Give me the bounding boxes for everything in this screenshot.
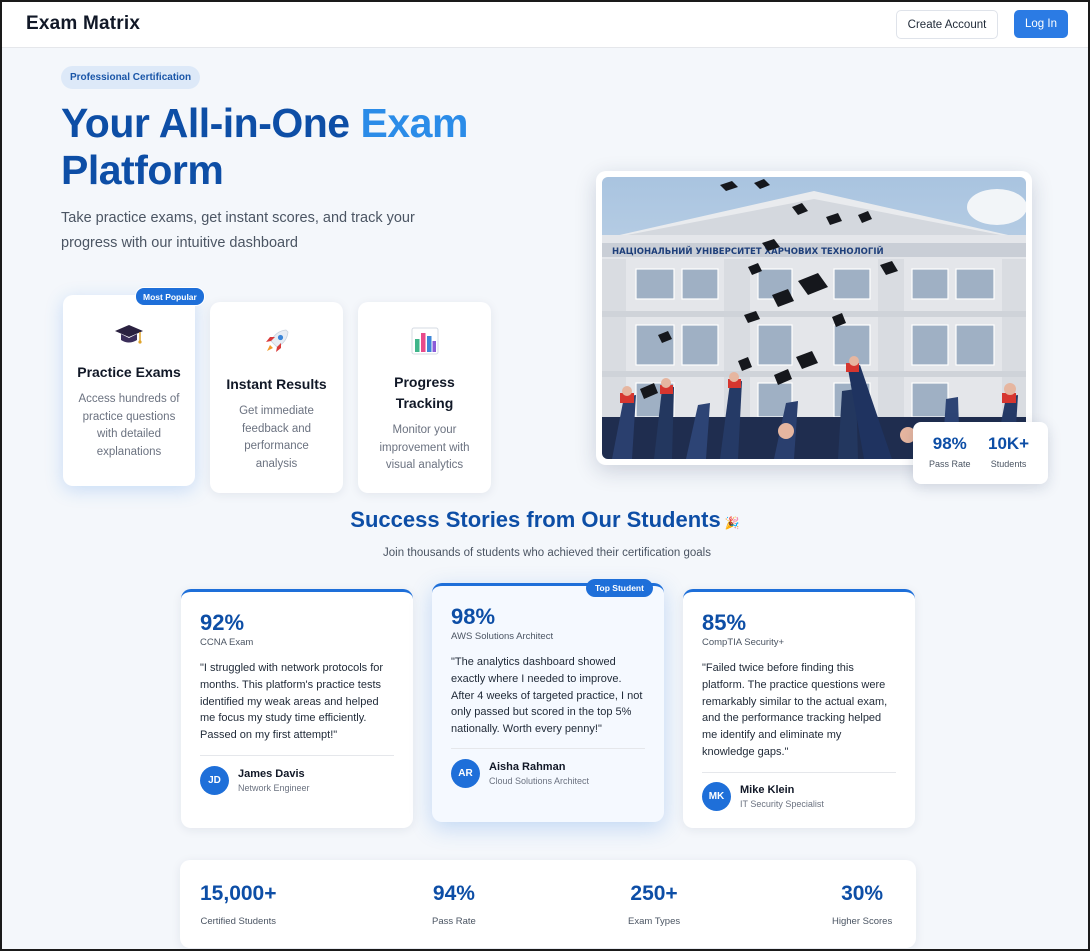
testimonial-score: 92% <box>200 610 245 635</box>
hero-subtitle: Take practice exams, get instant scores,… <box>61 210 415 251</box>
stat-value: 94% <box>432 882 475 905</box>
author-role: Cloud Solutions Architect <box>489 776 590 786</box>
svg-text:НАЦІОНАЛЬНИЙ УНІВЕРСИТЕТ ХАРЧО: НАЦІОНАЛЬНИЙ УНІВЕРСИТЕТ ХАРЧОВИХ ТЕХНОЛ… <box>612 245 884 257</box>
stat-value: 10K+ <box>988 434 1030 453</box>
testimonial-card-mike: 85% CompTIA Security+ "Failed twice befo… <box>683 589 915 828</box>
stat-value: 30% <box>841 882 884 905</box>
stat-certified-students: 15,000+ Certified Students <box>200 882 277 927</box>
divider <box>702 772 896 773</box>
party-popper-icon: 🎉 <box>724 516 740 530</box>
brand-logo[interactable]: Exam Matrix <box>26 13 140 35</box>
feature-card-practice-exams[interactable]: Practice Exams Access hundreds of practi… <box>63 295 195 486</box>
section-heading: Success Stories from Our Students <box>350 507 721 532</box>
testimonial-author: AR Aisha Rahman Cloud Solutions Architec… <box>451 759 589 788</box>
most-popular-badge: Most Popular <box>135 287 205 306</box>
testimonial-exam: AWS Solutions Architect <box>451 631 554 642</box>
success-stories-title: Success Stories from Our Students 🎉 <box>2 507 1088 533</box>
testimonial-author: MK Mike Klein IT Security Specialist <box>702 782 824 811</box>
stat-value: 250+ <box>630 882 678 905</box>
hero-title-part1: Your All-in-One <box>61 100 350 146</box>
testimonial-quote: "I struggled with network protocols for … <box>200 662 384 742</box>
graduation-photo: НАЦІОНАЛЬНИЙ УНІВЕРСИТЕТ ХАРЧОВИХ ТЕХНОЛ… <box>596 171 1032 465</box>
hero-stat-pass-rate: 98% Pass Rate <box>929 434 971 469</box>
feature-card-instant-results[interactable]: Instant Results Get immediate feedback a… <box>210 302 343 493</box>
testimonial-exam: CompTIA Security+ <box>702 637 785 648</box>
stat-label: Pass Rate <box>929 459 971 469</box>
create-account-button[interactable]: Create Account <box>896 10 998 39</box>
author-name: Aisha Rahman <box>489 761 566 773</box>
avatar: JD <box>200 766 229 795</box>
stat-value: 15,000+ <box>200 882 277 905</box>
graduation-illustration: НАЦІОНАЛЬНИЙ УНІВЕРСИТЕТ ХАРЧОВИХ ТЕХНОЛ… <box>602 177 1026 459</box>
hero-stats-card: 98% Pass Rate 10K+ Students <box>913 422 1048 484</box>
top-student-badge: Top Student <box>586 579 653 597</box>
stat-label: Students <box>990 459 1027 469</box>
avatar: AR <box>451 759 480 788</box>
author-role: IT Security Specialist <box>740 799 824 809</box>
testimonial-score: 98% <box>451 604 496 629</box>
divider <box>451 748 645 749</box>
hero-stat-students: 10K+ Students <box>988 434 1029 469</box>
testimonial-card-aisha: 98% AWS Solutions Architect "The analyti… <box>432 583 664 822</box>
testimonial-quote: "Failed twice before finding this platfo… <box>702 662 888 758</box>
stat-label: Pass Rate <box>432 916 476 927</box>
certification-badge: Professional Certification <box>61 66 201 89</box>
hero-title: Your All-in-One Exam Platform <box>61 100 521 194</box>
feature-title: Practice Exams <box>77 364 181 380</box>
stat-exam-types: 250+ Exam Types <box>628 882 680 927</box>
stat-pass-rate: 94% Pass Rate <box>432 882 476 927</box>
feature-desc: Monitor your improvement with visual ana… <box>379 424 470 471</box>
success-stories-subtitle: Join thousands of students who achieved … <box>383 547 711 559</box>
author-name: James Davis <box>238 768 305 780</box>
hero-title-line2: Platform <box>61 147 224 193</box>
testimonial-card-james: 92% CCNA Exam "I struggled with network … <box>181 589 413 828</box>
feature-desc: Get immediate feedback and performance a… <box>239 405 314 470</box>
feature-desc: Access hundreds of practice questions wi… <box>78 393 180 458</box>
testimonial-score: 85% <box>702 610 747 635</box>
hero-title-accent: Exam <box>360 100 469 146</box>
stat-label: Higher Scores <box>832 916 893 927</box>
login-button[interactable]: Log In <box>1014 10 1068 38</box>
author-role: Network Engineer <box>238 783 310 793</box>
stat-label: Certified Students <box>200 916 276 927</box>
platform-stats-bar: 15,000+ Certified Students 94% Pass Rate… <box>180 860 916 948</box>
stat-higher-scores: 30% Higher Scores <box>832 882 892 927</box>
feature-card-progress-tracking[interactable]: Progress Tracking Monitor your improveme… <box>358 302 491 493</box>
bar-chart-icon <box>411 327 438 355</box>
testimonial-exam: CCNA Exam <box>200 637 254 648</box>
author-name: Mike Klein <box>740 784 795 796</box>
rocket-icon <box>265 329 288 352</box>
graduation-cap-icon <box>115 325 143 344</box>
feature-title: Progress Tracking <box>394 374 455 411</box>
stat-label: Exam Types <box>628 916 681 927</box>
testimonial-author: JD James Davis Network Engineer <box>200 766 310 795</box>
avatar: MK <box>702 782 731 811</box>
feature-title: Instant Results <box>226 376 327 392</box>
divider <box>200 755 394 756</box>
stat-value: 98% <box>932 434 967 453</box>
testimonial-quote: "The analytics dashboard showed exactly … <box>451 656 643 736</box>
top-navbar: Exam Matrix Create Account Log In <box>2 2 1088 48</box>
page-frame: Exam Matrix Create Account Log In Profes… <box>0 0 1090 951</box>
